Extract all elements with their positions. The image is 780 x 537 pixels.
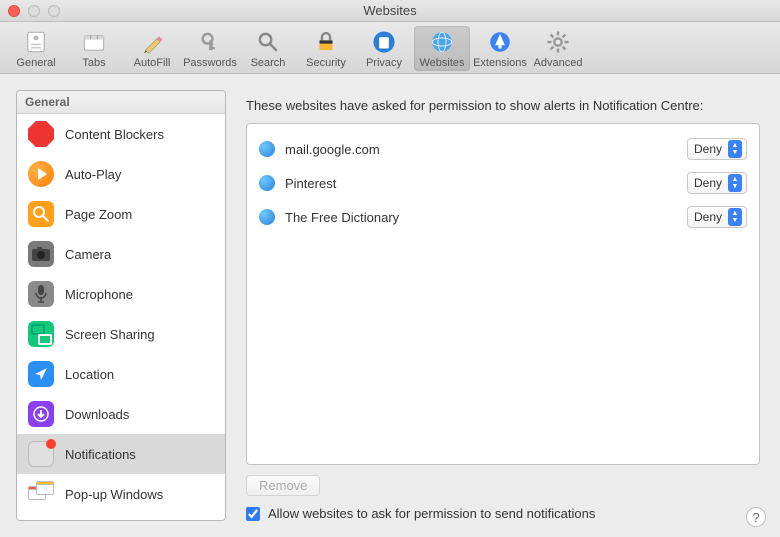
allow-permission-row: Allow websites to ask for permission to … <box>246 506 760 521</box>
titlebar: Websites <box>0 0 780 22</box>
toolbar-tab-label: Passwords <box>183 57 237 69</box>
website-row[interactable]: mail.google.com Deny ▲▼ <box>257 132 749 166</box>
toolbar-tab-general[interactable]: General <box>8 26 64 71</box>
preferences-toolbar: General Tabs AutoFill Passwords Search Securi… <box>0 22 780 74</box>
minimize-window-button[interactable] <box>28 5 40 17</box>
content-blockers-icon <box>27 120 55 148</box>
permission-select[interactable]: Deny ▲▼ <box>687 172 747 194</box>
sidebar-item-popup-windows[interactable]: Pop-up Windows <box>17 474 225 514</box>
auto-play-icon <box>27 160 55 188</box>
sidebar-item-page-zoom[interactable]: Page Zoom <box>17 194 225 234</box>
sidebar-item-label: Auto-Play <box>65 167 121 182</box>
websites-icon <box>428 28 456 56</box>
camera-icon <box>27 240 55 268</box>
toolbar-tab-label: Advanced <box>534 57 583 69</box>
sidebar-item-label: Camera <box>65 247 111 262</box>
sidebar-item-label: Content Blockers <box>65 127 164 142</box>
passwords-icon <box>196 28 224 56</box>
toolbar-tab-label: AutoFill <box>134 57 171 69</box>
sidebar-item-label: Page Zoom <box>65 207 132 222</box>
sidebar-item-content-blockers[interactable]: Content Blockers <box>17 114 225 154</box>
toolbar-tab-privacy[interactable]: Privacy <box>356 26 412 71</box>
toolbar-tab-passwords[interactable]: Passwords <box>182 26 238 71</box>
globe-icon <box>259 209 275 225</box>
toolbar-tab-extensions[interactable]: Extensions <box>472 26 528 71</box>
toolbar-tab-label: Search <box>251 57 286 69</box>
help-button[interactable]: ? <box>746 507 766 527</box>
sidebar-item-label: Microphone <box>65 287 133 302</box>
website-row[interactable]: The Free Dictionary Deny ▲▼ <box>257 200 749 234</box>
stepper-arrows-icon: ▲▼ <box>728 208 742 226</box>
sidebar-item-label: Pop-up Windows <box>65 487 163 502</box>
screen-sharing-icon <box>27 320 55 348</box>
toolbar-tab-label: Privacy <box>366 57 402 69</box>
sidebar-item-downloads[interactable]: Downloads <box>17 394 225 434</box>
permission-select[interactable]: Deny ▲▼ <box>687 206 747 228</box>
toolbar-tab-label: Security <box>306 57 346 69</box>
content-area: General Content Blockers Auto-Play Page Zo… <box>0 74 780 537</box>
sidebar: General Content Blockers Auto-Play Page Zo… <box>16 90 226 521</box>
sidebar-item-microphone[interactable]: Microphone <box>17 274 225 314</box>
website-list: mail.google.com Deny ▲▼ Pinterest Deny ▲… <box>246 123 760 465</box>
advanced-icon <box>544 28 572 56</box>
permission-value: Deny <box>694 176 722 190</box>
toolbar-tab-search[interactable]: Search <box>240 26 296 71</box>
website-name: The Free Dictionary <box>285 210 677 225</box>
toolbar-tab-autofill[interactable]: AutoFill <box>124 26 180 71</box>
page-zoom-icon <box>27 200 55 228</box>
globe-icon <box>259 141 275 157</box>
website-name: mail.google.com <box>285 142 677 157</box>
window-title: Websites <box>0 3 780 18</box>
sidebar-item-notifications[interactable]: Notifications <box>17 434 225 474</box>
toolbar-tab-tabs[interactable]: Tabs <box>66 26 122 71</box>
globe-icon <box>259 175 275 191</box>
sidebar-header: General <box>17 91 225 114</box>
security-icon <box>312 28 340 56</box>
popup-windows-icon <box>27 480 55 508</box>
window-controls <box>8 5 60 17</box>
preferences-window: Websites General Tabs AutoFill Passwords Sea… <box>0 0 780 537</box>
toolbar-tab-label: Websites <box>419 57 464 69</box>
toolbar-tab-label: Tabs <box>82 57 105 69</box>
extensions-icon <box>486 28 514 56</box>
downloads-icon <box>27 400 55 428</box>
close-window-button[interactable] <box>8 5 20 17</box>
autofill-icon <box>138 28 166 56</box>
toolbar-tab-advanced[interactable]: Advanced <box>530 26 586 71</box>
sidebar-item-screen-sharing[interactable]: Screen Sharing <box>17 314 225 354</box>
main-panel: These websites have asked for permission… <box>242 90 764 521</box>
toolbar-tab-label: Extensions <box>473 57 527 69</box>
website-name: Pinterest <box>285 176 677 191</box>
sidebar-item-label: Notifications <box>65 447 136 462</box>
sidebar-item-auto-play[interactable]: Auto-Play <box>17 154 225 194</box>
notifications-icon <box>27 440 55 468</box>
microphone-icon <box>27 280 55 308</box>
sidebar-item-location[interactable]: Location <box>17 354 225 394</box>
permission-select[interactable]: Deny ▲▼ <box>687 138 747 160</box>
sidebar-item-camera[interactable]: Camera <box>17 234 225 274</box>
general-icon <box>22 28 50 56</box>
sidebar-list: Content Blockers Auto-Play Page Zoom Camera… <box>17 114 225 520</box>
toolbar-tab-label: General <box>16 57 55 69</box>
privacy-icon <box>370 28 398 56</box>
website-row[interactable]: Pinterest Deny ▲▼ <box>257 166 749 200</box>
toolbar-tab-websites[interactable]: Websites <box>414 26 470 71</box>
sidebar-item-label: Location <box>65 367 114 382</box>
zoom-window-button[interactable] <box>48 5 60 17</box>
main-heading: These websites have asked for permission… <box>246 98 760 113</box>
allow-permission-label[interactable]: Allow websites to ask for permission to … <box>268 506 595 521</box>
permission-value: Deny <box>694 210 722 224</box>
search-icon <box>254 28 282 56</box>
allow-permission-checkbox[interactable] <box>246 507 260 521</box>
sidebar-item-label: Screen Sharing <box>65 327 155 342</box>
tabs-icon <box>80 28 108 56</box>
stepper-arrows-icon: ▲▼ <box>728 140 742 158</box>
toolbar-tab-security[interactable]: Security <box>298 26 354 71</box>
sidebar-item-label: Downloads <box>65 407 129 422</box>
location-icon <box>27 360 55 388</box>
remove-button[interactable]: Remove <box>246 475 320 496</box>
permission-value: Deny <box>694 142 722 156</box>
stepper-arrows-icon: ▲▼ <box>728 174 742 192</box>
